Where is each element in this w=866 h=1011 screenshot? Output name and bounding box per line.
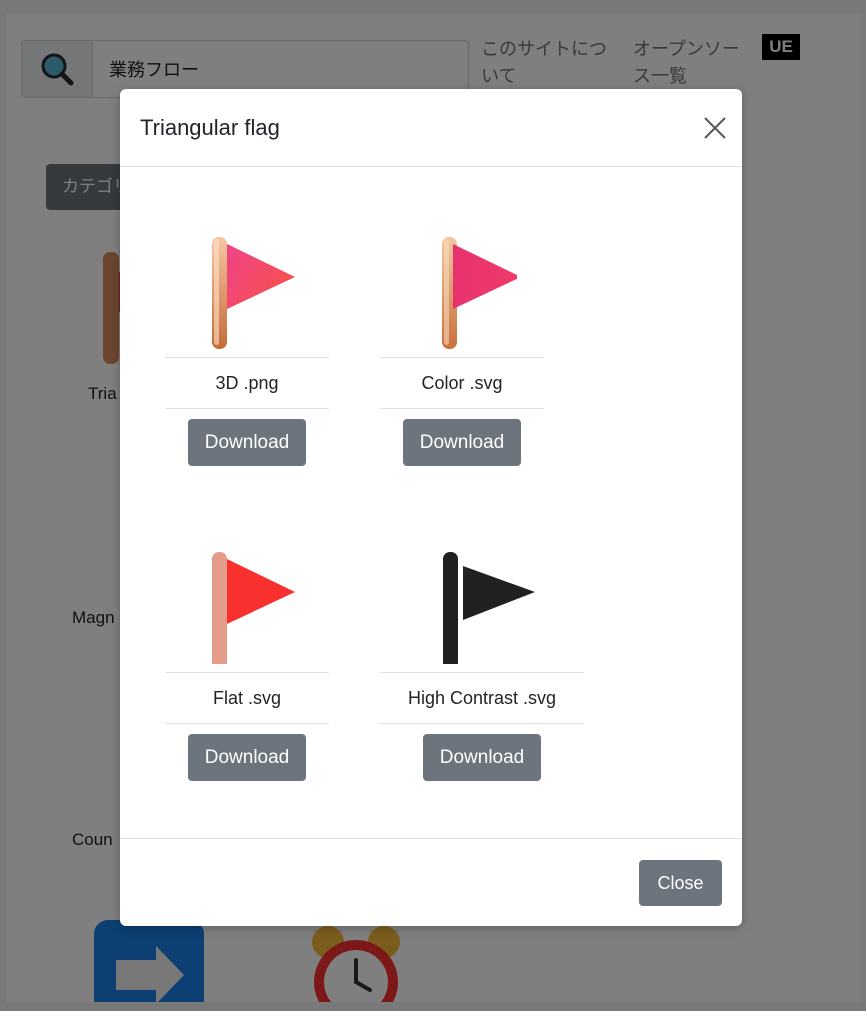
- download-button[interactable]: Download: [187, 419, 307, 466]
- triangular-flag-flat-icon: [212, 552, 295, 664]
- variant-3d: 3D .png Download: [165, 219, 329, 466]
- variant-name: Flat .svg: [165, 672, 329, 724]
- modal-footer: Close: [120, 838, 742, 926]
- download-button[interactable]: Download: [187, 734, 307, 781]
- variant-name: Color .svg: [380, 357, 544, 409]
- download-button[interactable]: Download: [422, 734, 542, 781]
- download-modal: Triangular flag 3D .png Download Color .…: [120, 89, 742, 926]
- variant-name: 3D .png: [165, 357, 329, 409]
- close-icon[interactable]: [702, 115, 728, 141]
- triangular-flag-high-contrast-icon: [443, 552, 535, 664]
- variant-name: High Contrast .svg: [380, 672, 584, 724]
- variant-flat: Flat .svg Download: [165, 534, 329, 781]
- variant-color: Color .svg Download: [380, 219, 544, 466]
- variant-high-contrast: High Contrast .svg Download: [380, 534, 584, 781]
- modal-title: Triangular flag: [140, 115, 280, 140]
- triangular-flag-color-icon: [442, 237, 517, 349]
- close-button[interactable]: Close: [639, 860, 722, 906]
- download-button[interactable]: Download: [402, 419, 522, 466]
- triangular-flag-3d-icon: [212, 237, 295, 349]
- modal-header: Triangular flag: [120, 89, 742, 167]
